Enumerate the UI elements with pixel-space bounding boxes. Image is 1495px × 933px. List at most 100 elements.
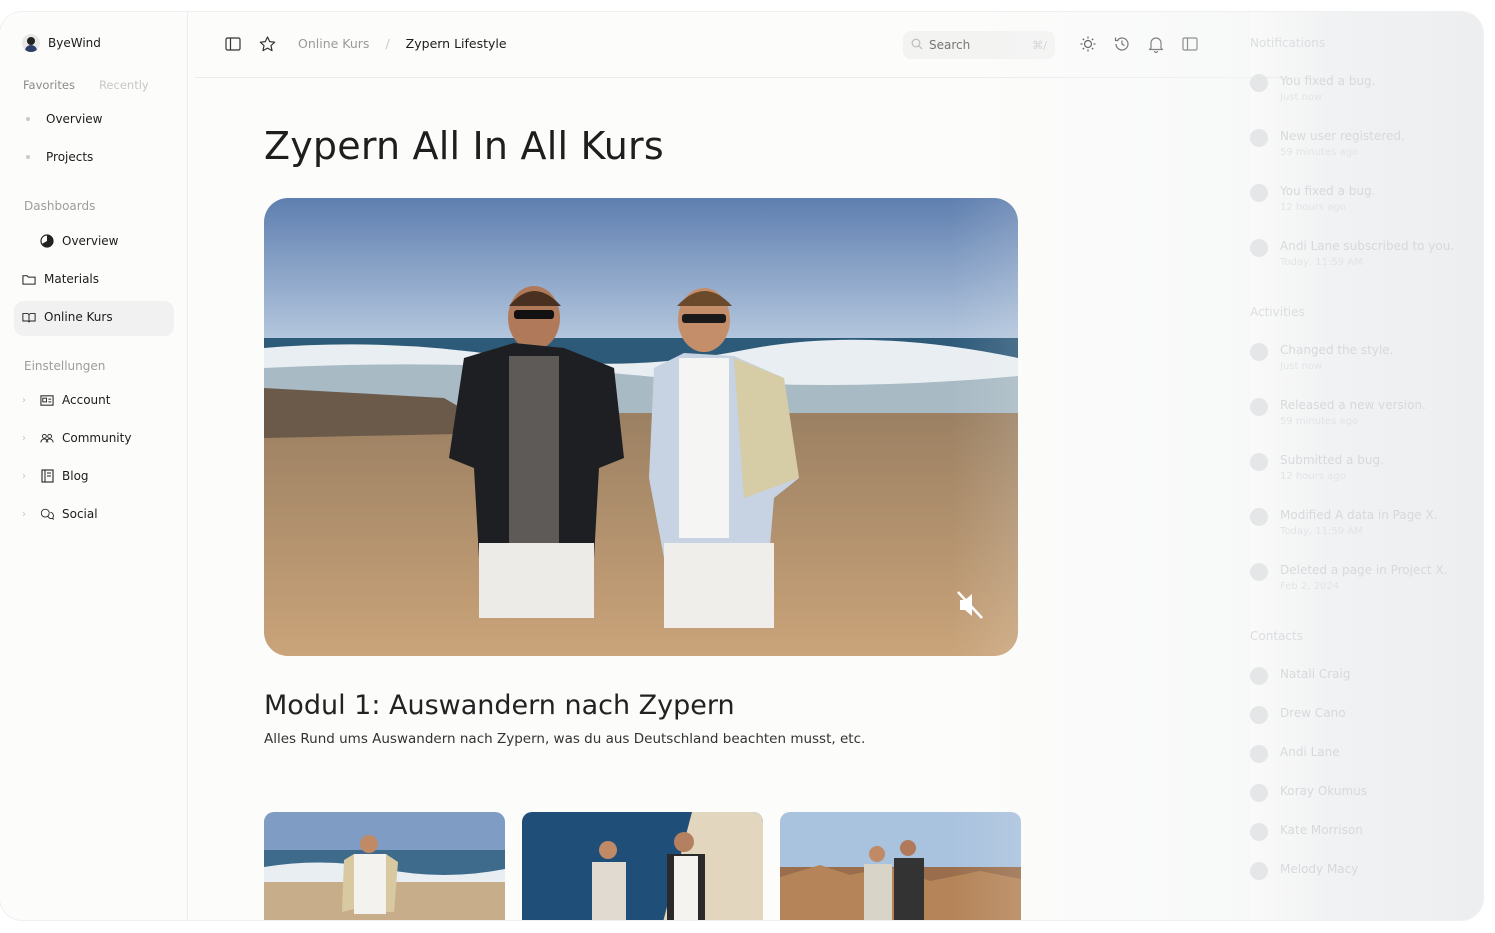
sidebar-toggle-icon[interactable] xyxy=(224,35,242,53)
favorite-label: Overview xyxy=(46,112,103,126)
bell-icon[interactable] xyxy=(1147,35,1165,53)
broadcast-icon xyxy=(1250,239,1268,257)
sun-icon[interactable] xyxy=(1079,35,1097,53)
sidebar-item-materials[interactable]: Materials xyxy=(22,269,99,289)
notification-time: Just now xyxy=(1280,92,1323,103)
activity-item[interactable]: Released a new version. 59 minutes ago xyxy=(1250,398,1426,427)
notification-time: Today, 11:59 AM xyxy=(1280,257,1363,268)
chevron-right-icon: › xyxy=(22,432,26,444)
chevron-right-icon: › xyxy=(22,394,26,406)
sidebar-item-label: Community xyxy=(62,431,132,445)
avatar xyxy=(1250,343,1268,361)
star-icon[interactable] xyxy=(258,35,276,53)
settings-heading: Einstellungen xyxy=(24,359,106,373)
sidebar-item-blog[interactable]: › Blog xyxy=(22,466,89,486)
sidebar-item-community[interactable]: › Community xyxy=(22,428,131,448)
course-video[interactable] xyxy=(264,198,1018,656)
bug-icon xyxy=(1250,74,1268,92)
sidebar-item-overview[interactable]: Overview xyxy=(40,231,119,251)
beach-video-frame xyxy=(264,198,1018,656)
notification-item[interactable]: New user registered. 59 minutes ago xyxy=(1250,129,1405,158)
sidebar-tabs: Favorites Recently xyxy=(23,78,149,92)
panel-toggle-icon[interactable] xyxy=(1181,35,1199,53)
avatar xyxy=(1250,823,1268,841)
notification-item[interactable]: Andi Lane subscribed to you. Today, 11:59… xyxy=(1250,239,1454,268)
favorite-item-overview[interactable]: Overview xyxy=(22,109,103,129)
contact-item[interactable]: Drew Cano xyxy=(1250,706,1346,724)
user-profile[interactable]: ByeWind xyxy=(22,34,101,52)
notification-time: 59 minutes ago xyxy=(1280,147,1359,158)
bug-icon xyxy=(1250,184,1268,202)
activity-time: 12 hours ago xyxy=(1280,471,1346,482)
notification-text: New user registered. xyxy=(1280,129,1405,143)
module-title: Modul 1: Auswandern nach Zypern xyxy=(264,690,735,721)
search-box[interactable]: ⌘/ xyxy=(903,31,1055,59)
activity-item[interactable]: Deleted a page in Project X. Feb 2, 2024 xyxy=(1250,563,1447,592)
notebook-icon xyxy=(40,469,54,483)
user-icon xyxy=(1250,129,1268,147)
notification-text: You fixed a bug. xyxy=(1280,74,1376,88)
activity-text: Deleted a page in Project X. xyxy=(1280,563,1448,577)
activity-item[interactable]: Modified A data in Page X. Today, 11:59 A… xyxy=(1250,508,1438,537)
avatar xyxy=(1250,453,1268,471)
activity-item[interactable]: Submitted a bug. 12 hours ago xyxy=(1250,453,1384,482)
chevron-right-icon: › xyxy=(22,508,26,520)
breadcrumb: Online Kurs / Zypern Lifestyle xyxy=(298,36,507,51)
chevron-right-icon: › xyxy=(22,470,26,482)
activity-item[interactable]: Changed the style. Just now xyxy=(1250,343,1393,372)
notifications-heading: Notifications xyxy=(1250,36,1326,50)
breadcrumb-online-kurs[interactable]: Online Kurs xyxy=(298,36,369,51)
tab-favorites[interactable]: Favorites xyxy=(23,78,75,92)
sidebar-item-label: Online Kurs xyxy=(44,310,113,324)
contact-name: Kate Morrison xyxy=(1280,823,1363,837)
activity-time: Feb 2, 2024 xyxy=(1280,581,1340,592)
chat-bubbles-icon xyxy=(40,507,54,521)
sidebar-item-account[interactable]: › Account xyxy=(22,390,110,410)
activity-time: Today, 11:59 AM xyxy=(1280,526,1363,537)
activity-text: Modified A data in Page X. xyxy=(1280,508,1438,522)
avatar xyxy=(1250,508,1268,526)
avatar xyxy=(1250,706,1268,724)
sidebar-item-online-kurs[interactable]: Online Kurs xyxy=(22,307,113,327)
folder-icon xyxy=(22,272,36,286)
search-shortcut: ⌘/ xyxy=(1032,38,1047,52)
contact-item[interactable]: Kate Morrison xyxy=(1250,823,1363,841)
lesson-thumbnail-3[interactable] xyxy=(780,812,1021,920)
contact-name: Natali Craig xyxy=(1280,667,1351,681)
activities-heading: Activities xyxy=(1250,305,1305,319)
favorite-item-projects[interactable]: Projects xyxy=(22,147,93,167)
lesson-thumbnail-2[interactable] xyxy=(522,812,763,920)
avatar xyxy=(1250,667,1268,685)
book-open-icon xyxy=(22,310,36,324)
sidebar-item-label: Social xyxy=(62,507,98,521)
sidebar-item-social[interactable]: › Social xyxy=(22,504,98,524)
favorite-label: Projects xyxy=(46,150,94,164)
contact-item[interactable]: Koray Okumus xyxy=(1250,784,1367,802)
search-input[interactable] xyxy=(927,37,1021,53)
lesson-thumbnail-1[interactable] xyxy=(264,812,505,920)
sidebar-item-label: Overview xyxy=(62,234,119,248)
contact-name: Koray Okumus xyxy=(1280,784,1367,798)
activity-time: 59 minutes ago xyxy=(1280,416,1359,427)
contact-name: Drew Cano xyxy=(1280,706,1346,720)
contact-item[interactable]: Melody Macy xyxy=(1250,862,1358,880)
contact-item[interactable]: Natali Craig xyxy=(1250,667,1351,685)
history-icon[interactable] xyxy=(1113,35,1131,53)
sidebar-item-label: Account xyxy=(62,393,111,407)
dashboards-heading: Dashboards xyxy=(24,199,96,213)
avatar xyxy=(1250,784,1268,802)
page-title: Zypern All In All Kurs xyxy=(264,124,664,168)
users-icon xyxy=(40,431,54,445)
tab-recently[interactable]: Recently xyxy=(99,78,149,92)
notification-time: 12 hours ago xyxy=(1280,202,1346,213)
notification-item[interactable]: You fixed a bug. Just now xyxy=(1250,74,1375,103)
contact-item[interactable]: Andi Lane xyxy=(1250,745,1340,763)
search-icon xyxy=(911,38,923,53)
contact-name: Andi Lane xyxy=(1280,745,1340,759)
avatar xyxy=(1250,862,1268,880)
breadcrumb-separator: / xyxy=(385,36,390,51)
bullet-icon xyxy=(26,117,30,121)
notification-item[interactable]: You fixed a bug. 12 hours ago xyxy=(1250,184,1375,213)
activity-text: Submitted a bug. xyxy=(1280,453,1384,467)
breadcrumb-current: Zypern Lifestyle xyxy=(405,36,507,51)
